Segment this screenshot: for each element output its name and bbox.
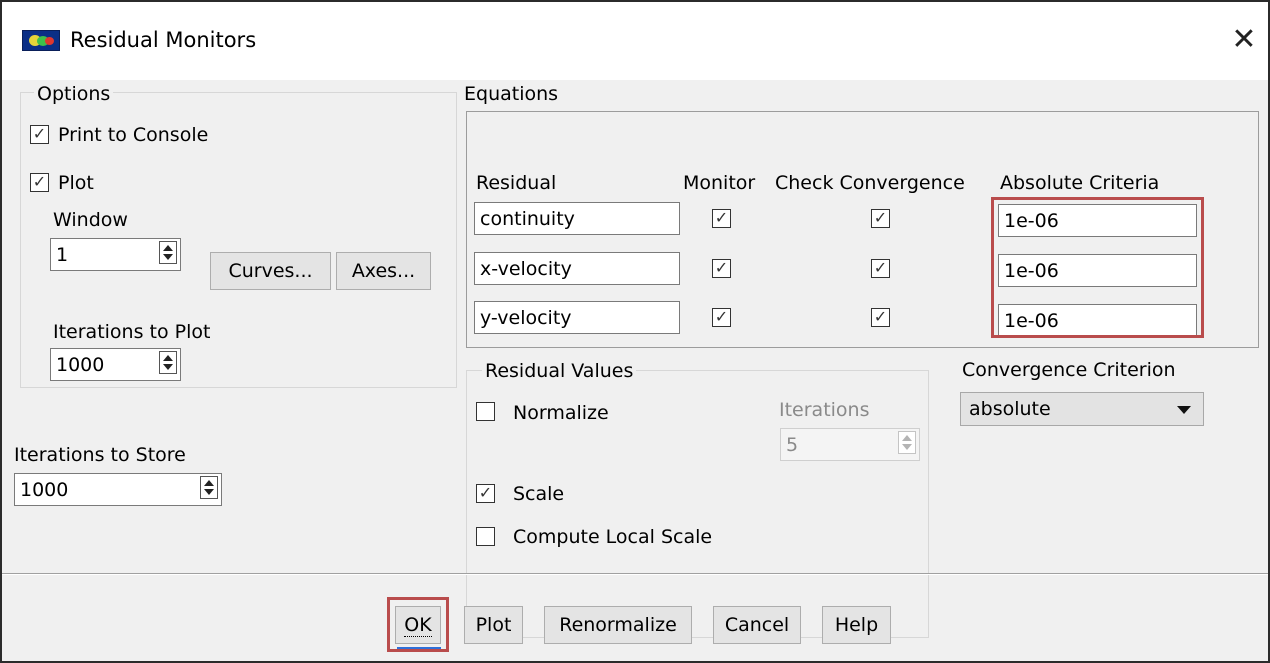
residual-header: Residual (476, 172, 557, 194)
close-icon[interactable]: ✕ (1226, 20, 1262, 60)
button-divider (2, 573, 1268, 575)
normalize-label: Normalize (513, 402, 609, 424)
monitor-checkbox[interactable]: ✓ (712, 259, 731, 278)
residual-name-field[interactable]: continuity (474, 202, 680, 235)
scale-checkbox[interactable]: ✓ (476, 484, 495, 503)
convergence-criterion-label: Convergence Criterion (962, 359, 1176, 381)
fluent-app-icon (22, 30, 60, 51)
check-convergence-checkbox[interactable]: ✓ (871, 308, 890, 327)
dialog-content: Options ✓ Print to Console ✓ Plot Window… (2, 80, 1268, 661)
check-convergence-checkbox[interactable]: ✓ (871, 209, 890, 228)
iterations-value: 5 (786, 434, 799, 456)
iterations-to-store-value: 1000 (20, 479, 69, 501)
plot-label: Plot (58, 172, 94, 194)
print-to-console-checkbox[interactable]: ✓ (30, 125, 49, 144)
convergence-criterion-value: absolute (969, 398, 1051, 420)
monitor-header: Monitor (683, 172, 756, 194)
check-convergence-checkbox[interactable]: ✓ (871, 259, 890, 278)
compute-local-scale-checkbox[interactable] (476, 527, 495, 546)
window-spinner-icon[interactable] (159, 241, 177, 264)
residual-name-field[interactable]: x-velocity (474, 252, 680, 285)
iterations-field[interactable]: 5 (780, 428, 920, 461)
residual-monitors-dialog: Residual Monitors ✕ Options ✓ Print to C… (0, 0, 1270, 663)
compute-local-scale-label: Compute Local Scale (513, 526, 713, 548)
iterations-to-store-label: Iterations to Store (14, 444, 186, 466)
iterations-to-plot-value: 1000 (56, 354, 105, 376)
scale-label: Scale (513, 483, 565, 505)
renormalize-button[interactable]: Renormalize (544, 606, 692, 644)
window-title: Residual Monitors (70, 28, 257, 52)
residual-name-field[interactable]: y-velocity (474, 301, 680, 334)
monitor-checkbox[interactable]: ✓ (712, 308, 731, 327)
iterations-label: Iterations (779, 399, 870, 421)
chevron-down-icon (1177, 406, 1191, 414)
iterations-to-plot-spinner-icon[interactable] (159, 351, 177, 374)
convergence-criterion-dropdown[interactable]: absolute (960, 392, 1204, 426)
absolute-criteria-highlight (991, 197, 1204, 338)
ok-button-highlight (387, 597, 449, 652)
check-convergence-header: Check Convergence (775, 172, 965, 194)
normalize-checkbox[interactable] (476, 402, 495, 421)
cancel-button[interactable]: Cancel (713, 606, 801, 644)
axes-button[interactable]: Axes... (336, 252, 431, 290)
iterations-to-store-spinner-icon[interactable] (200, 476, 218, 499)
iterations-to-store-field[interactable]: 1000 (14, 473, 222, 506)
window-number-field[interactable]: 1 (50, 238, 181, 271)
residual-values-title: Residual Values (482, 359, 637, 383)
title-bar[interactable]: Residual Monitors ✕ (2, 2, 1268, 80)
absolute-criteria-header: Absolute Criteria (1000, 172, 1160, 194)
curves-button[interactable]: Curves... (210, 252, 331, 290)
monitor-checkbox[interactable]: ✓ (712, 209, 731, 228)
equations-title: Equations (464, 82, 559, 106)
window-label: Window (53, 209, 128, 231)
help-button[interactable]: Help (822, 606, 891, 644)
iterations-to-plot-label: Iterations to Plot (53, 321, 211, 343)
window-number-value: 1 (56, 244, 69, 266)
plot-checkbox[interactable]: ✓ (30, 173, 49, 192)
options-group-title: Options (34, 82, 114, 106)
iterations-to-plot-field[interactable]: 1000 (50, 348, 181, 381)
plot-button[interactable]: Plot (464, 606, 523, 644)
print-to-console-label: Print to Console (58, 124, 209, 146)
iterations-spinner-icon[interactable] (898, 431, 916, 454)
